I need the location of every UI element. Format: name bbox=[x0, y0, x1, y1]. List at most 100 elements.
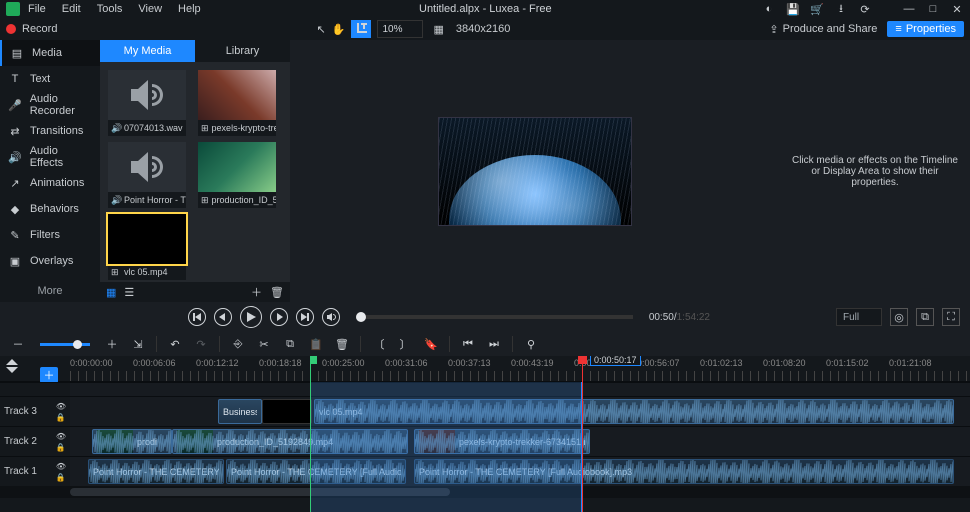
nav-item-filters[interactable]: ✎Filters bbox=[0, 222, 100, 248]
crop-tool-button[interactable] bbox=[351, 20, 371, 38]
clip[interactable]: production_ID_5192849.mp4 bbox=[172, 429, 408, 454]
clip[interactable]: Point Horror - THE CEMETERY [Full Audiob… bbox=[226, 459, 406, 484]
nav-item-text[interactable]: TText bbox=[0, 66, 100, 92]
play-button[interactable] bbox=[240, 306, 262, 328]
delete-button[interactable]: 🗑 bbox=[334, 336, 350, 352]
media-tab-library[interactable]: Library bbox=[195, 40, 290, 62]
download-icon[interactable]: ⭳ bbox=[834, 0, 848, 19]
produce-and-share-button[interactable]: ⇪ Produce and Share bbox=[769, 23, 877, 36]
menu-tools[interactable]: Tools bbox=[89, 1, 131, 17]
scrub-bar[interactable] bbox=[356, 315, 633, 319]
cart-icon[interactable]: 🛒 bbox=[810, 3, 824, 16]
track-move-up-icon[interactable] bbox=[6, 359, 18, 365]
mute-button[interactable] bbox=[322, 308, 340, 326]
goto-start-button[interactable] bbox=[188, 308, 206, 326]
canvas-fit-icon[interactable]: ▦ bbox=[433, 23, 443, 36]
mark-out-button[interactable]: 〕 bbox=[397, 336, 413, 352]
track-body[interactable]: Business vlc 05.mp4 bbox=[70, 397, 970, 426]
canvas-size-label[interactable]: 3840x2160 bbox=[456, 23, 510, 35]
redo-button[interactable]: ↷ bbox=[193, 336, 209, 352]
nav-item-media[interactable]: ▤Media bbox=[0, 40, 100, 66]
paste-button[interactable]: 📋 bbox=[308, 336, 324, 352]
nav-item-audio-effects[interactable]: 🔊Audio Effects bbox=[0, 144, 100, 170]
zoom-select[interactable]: 10%25%50%100% bbox=[377, 20, 423, 38]
zoom-fit-button[interactable]: ⇲ bbox=[130, 336, 146, 352]
add-track-button[interactable]: ＋ bbox=[40, 367, 58, 383]
track-visible-icon[interactable]: 👁 bbox=[56, 432, 66, 441]
scrub-handle[interactable] bbox=[356, 312, 366, 322]
media-tab-my-media[interactable]: My Media bbox=[100, 40, 195, 62]
nav-more-button[interactable]: More bbox=[0, 280, 100, 302]
menu-edit[interactable]: Edit bbox=[54, 1, 89, 17]
nav-item-overlays[interactable]: ▣Overlays bbox=[0, 248, 100, 274]
hand-tool-icon[interactable]: ✋ bbox=[332, 23, 346, 36]
record-button[interactable]: Record bbox=[6, 23, 57, 35]
menu-help[interactable]: Help bbox=[170, 1, 209, 17]
cut-button[interactable]: ✂ bbox=[256, 336, 272, 352]
menu-file[interactable]: File bbox=[20, 1, 54, 17]
nav-item-animations[interactable]: ↗Animations bbox=[0, 170, 100, 196]
fullscreen-button[interactable]: ⛶ bbox=[942, 308, 960, 326]
track-header[interactable]: Track 2👁🔒 bbox=[0, 427, 70, 456]
nav-item-audio-recorder[interactable]: 🎤Audio Recorder bbox=[0, 92, 100, 118]
scrollbar-thumb[interactable] bbox=[70, 488, 450, 496]
prev-frame-button[interactable] bbox=[214, 308, 232, 326]
zoom-out-button[interactable]: － bbox=[10, 336, 26, 352]
timeline-ruler[interactable]: ＋ 0:00:00:000:00:06:060:00:12:120:00:18:… bbox=[0, 356, 970, 382]
next-frame-button[interactable] bbox=[270, 308, 288, 326]
clip[interactable]: Point Horror - THE CEMETERY [Full Audiob… bbox=[414, 459, 954, 484]
undo-button[interactable]: ↶ bbox=[167, 336, 183, 352]
media-item[interactable]: ⊞production_ID_5... bbox=[198, 142, 276, 208]
goto-end-button[interactable] bbox=[296, 308, 314, 326]
track-move-down-icon[interactable] bbox=[6, 367, 18, 373]
track-lock-icon[interactable]: 🔒 bbox=[56, 443, 66, 452]
track-visible-icon[interactable]: 👁 bbox=[56, 462, 66, 471]
aspect-select[interactable]: Full16:94:3 bbox=[836, 308, 882, 326]
refresh-icon[interactable]: ⟳ bbox=[858, 3, 872, 16]
delete-media-icon[interactable]: 🗑 bbox=[270, 286, 284, 299]
menu-view[interactable]: View bbox=[130, 1, 170, 17]
clip[interactable]: vlc 05.mp4 bbox=[314, 399, 954, 424]
timeline-zoom-slider[interactable] bbox=[40, 343, 90, 346]
playhead[interactable] bbox=[582, 356, 583, 512]
track-body[interactable]: prodiproduction_ID_5192849.mp4pexels-kry… bbox=[70, 427, 970, 456]
track-header[interactable]: Track 1👁🔒 bbox=[0, 457, 70, 486]
add-marker-button[interactable]: 🔖 bbox=[423, 336, 439, 352]
detach-preview-button[interactable]: ⧉ bbox=[916, 308, 934, 326]
copy-button[interactable]: ⧉ bbox=[282, 336, 298, 352]
view-list-icon[interactable]: ☰ bbox=[124, 286, 134, 299]
pointer-tool-icon[interactable]: ↖ bbox=[317, 23, 326, 36]
clip[interactable]: Business bbox=[218, 399, 262, 424]
minimize-button[interactable]: — bbox=[902, 3, 916, 15]
clip[interactable] bbox=[262, 399, 312, 424]
preview-canvas[interactable] bbox=[290, 40, 780, 302]
media-item[interactable]: 🔊Point Horror - TH... bbox=[108, 142, 186, 208]
nav-item-transitions[interactable]: ⇄Transitions bbox=[0, 118, 100, 144]
save-icon[interactable]: 💾 bbox=[786, 3, 800, 16]
track-header[interactable]: Track 3👁🔒 bbox=[0, 397, 70, 426]
add-media-icon[interactable]: ＋ bbox=[251, 284, 262, 300]
clip[interactable]: prodi bbox=[92, 429, 172, 454]
split-button[interactable]: ⎆ bbox=[230, 336, 246, 352]
zoom-in-button[interactable]: ＋ bbox=[104, 336, 120, 352]
zoom-knob[interactable] bbox=[73, 340, 82, 349]
track-body[interactable]: Point Horror - THE CEMETERY [Full Audiob… bbox=[70, 457, 970, 486]
close-button[interactable]: ✕ bbox=[950, 3, 964, 16]
media-item[interactable]: ⊞pexels-krypto-tre... bbox=[198, 70, 276, 136]
maximize-button[interactable]: □ bbox=[926, 3, 940, 15]
magnet-button[interactable]: ⚲ bbox=[523, 336, 539, 352]
next-marker-button[interactable]: ⏭ bbox=[486, 336, 502, 352]
timeline-scrollbar[interactable] bbox=[0, 486, 970, 498]
media-item[interactable]: 🔊07074013.wav bbox=[108, 70, 186, 136]
view-grid-icon[interactable]: ▦ bbox=[106, 286, 116, 299]
prev-marker-button[interactable]: ⏮ bbox=[460, 336, 476, 352]
clip[interactable]: Point Horror - THE CEMETERY [Full Audiob… bbox=[88, 459, 224, 484]
media-item[interactable]: ⊞vlc 05.mp4 bbox=[108, 214, 186, 280]
account-icon[interactable]: ◐ bbox=[762, 3, 776, 15]
track-lock-icon[interactable]: 🔒 bbox=[56, 413, 66, 422]
clip[interactable]: pexels-krypto-trekker-6734151.mp4 bbox=[414, 429, 590, 454]
nav-item-behaviors[interactable]: ◆Behaviors bbox=[0, 196, 100, 222]
mark-in-button[interactable]: 〔 bbox=[371, 336, 387, 352]
track-lock-icon[interactable]: 🔒 bbox=[56, 473, 66, 482]
properties-button[interactable]: ≡ Properties bbox=[887, 21, 964, 37]
